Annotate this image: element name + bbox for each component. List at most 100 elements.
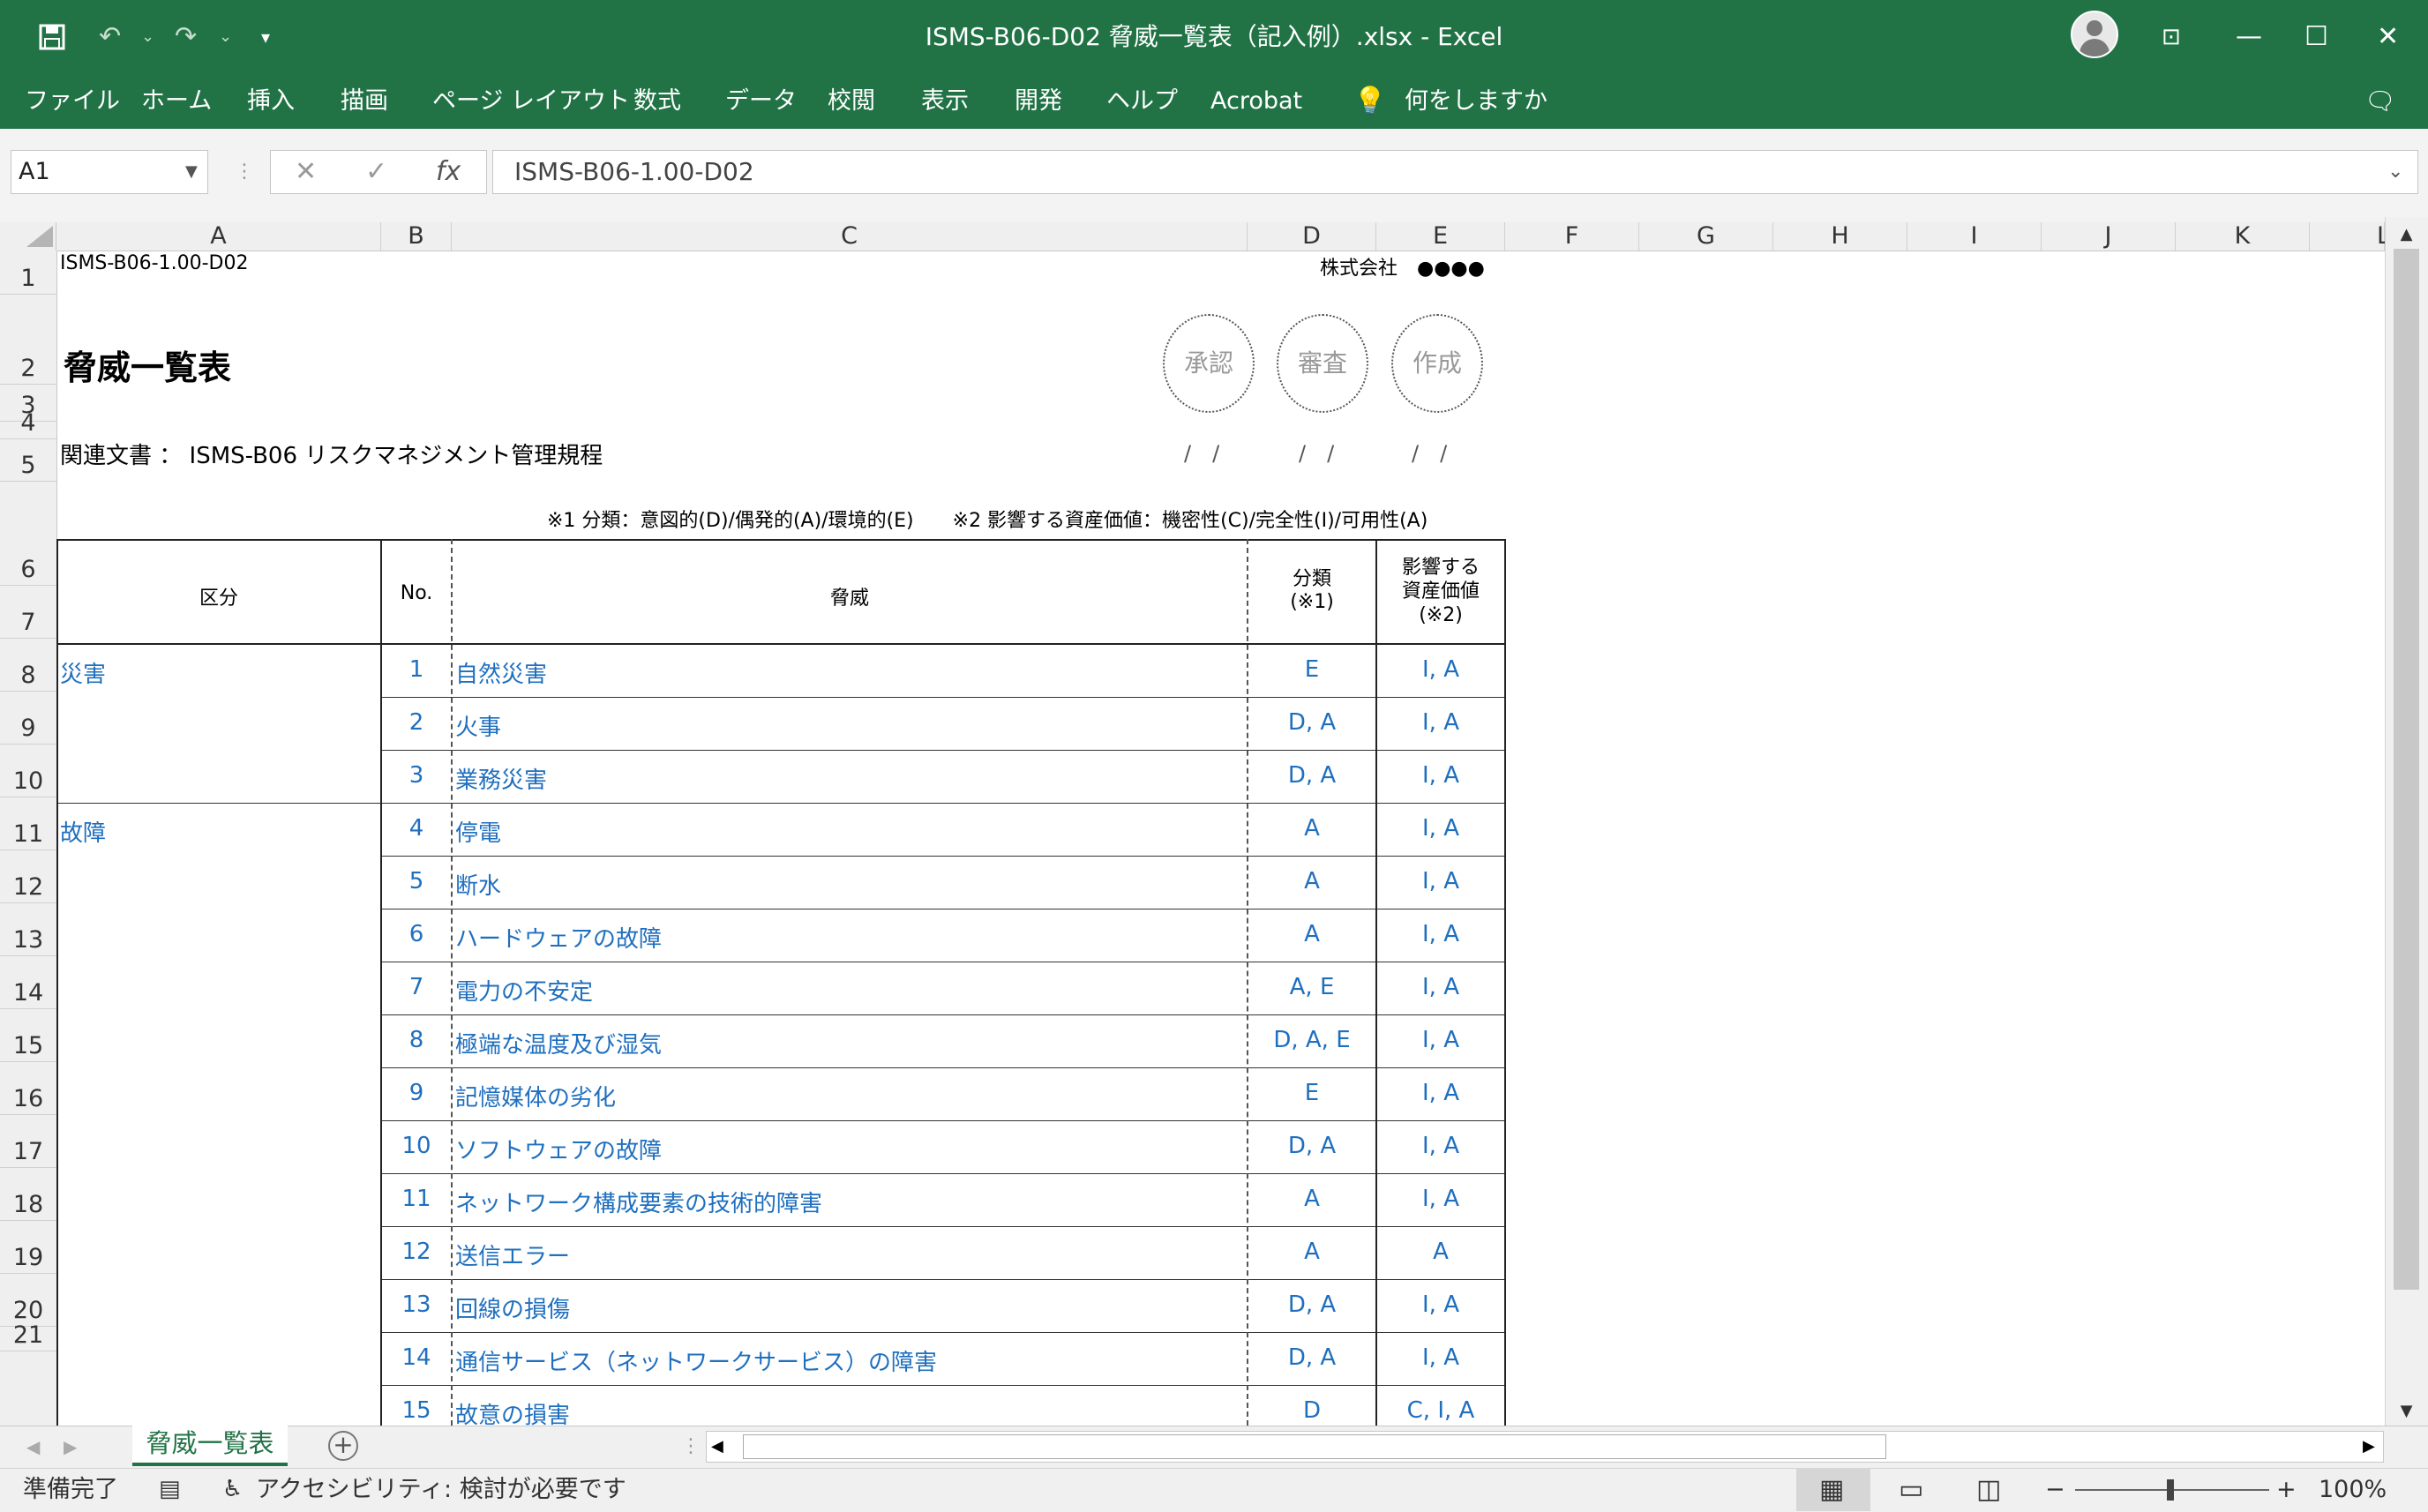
threat-no[interactable]: 9	[381, 1080, 452, 1106]
row-header-21[interactable]: 21	[0, 1321, 56, 1351]
accessibility-icon[interactable]: ♿	[222, 1468, 243, 1511]
row-header-20[interactable]: 20	[0, 1274, 56, 1327]
threat-impact[interactable]: I, A	[1376, 1027, 1505, 1053]
threat-no[interactable]: 4	[381, 815, 452, 842]
lightbulb-icon[interactable]: 💡	[1353, 74, 1386, 129]
threat-impact[interactable]: I, A	[1376, 1133, 1505, 1159]
column-header-c[interactable]: C	[452, 222, 1248, 251]
author-stamp[interactable]: 作成	[1391, 314, 1483, 413]
scroll-left-icon[interactable]: ◀	[711, 1434, 723, 1459]
zoom-in-icon[interactable]: +	[2276, 1468, 2297, 1511]
split-handle-icon[interactable]: ⋮	[681, 1427, 701, 1466]
threat-name[interactable]: 断水	[455, 868, 501, 901]
column-header-k[interactable]: K	[2176, 222, 2310, 251]
header-threat[interactable]: 脅威	[452, 582, 1248, 610]
normal-view-icon[interactable]: ▦	[1819, 1468, 1844, 1511]
threat-name[interactable]: 極端な温度及び湿気	[455, 1027, 662, 1059]
threat-impact[interactable]: I, A	[1376, 1291, 1505, 1318]
threat-name[interactable]: ハードウェアの故障	[455, 921, 662, 954]
zoom-slider-thumb[interactable]	[2167, 1479, 2174, 1501]
row-header-15[interactable]: 15	[0, 1009, 56, 1062]
name-box[interactable]: A1	[11, 150, 208, 194]
row-header-4[interactable]: 4	[0, 409, 56, 439]
threat-class[interactable]: D, A	[1248, 762, 1376, 789]
threat-name[interactable]: 自然災害	[455, 656, 547, 689]
tab-page-layout[interactable]: ページ レイアウト	[432, 74, 630, 129]
zoom-level[interactable]: 100%	[2319, 1468, 2387, 1511]
comments-icon[interactable]: 🗨	[2364, 74, 2396, 129]
enter-icon[interactable]: ✓	[365, 150, 387, 194]
row-header-16[interactable]: 16	[0, 1062, 56, 1115]
threat-no[interactable]: 6	[381, 921, 452, 947]
undo-dropdown-icon[interactable]: ⌄	[141, 0, 154, 74]
review-stamp[interactable]: 審査	[1277, 314, 1368, 413]
column-header-b[interactable]: B	[381, 222, 452, 251]
threat-no[interactable]: 8	[381, 1027, 452, 1053]
threat-no[interactable]: 12	[381, 1239, 452, 1265]
approval-date[interactable]: / /	[1184, 436, 1219, 467]
column-header-l[interactable]: L	[2310, 222, 2390, 251]
threat-name[interactable]: 停電	[455, 815, 501, 848]
threat-class[interactable]: D, A	[1248, 709, 1376, 736]
tab-review[interactable]: 校閲	[828, 74, 875, 129]
threat-impact[interactable]: I, A	[1376, 709, 1505, 736]
row-header-8[interactable]: 8	[0, 639, 56, 692]
sheet-title[interactable]: 脅威一覧表	[64, 341, 231, 389]
column-header-h[interactable]: H	[1773, 222, 1907, 251]
threat-name[interactable]: 記憶媒体の劣化	[455, 1080, 616, 1112]
row-header-14[interactable]: 14	[0, 956, 56, 1009]
column-header-i[interactable]: I	[1907, 222, 2042, 251]
column-header-a[interactable]: A	[56, 222, 381, 251]
threat-impact[interactable]: I, A	[1376, 656, 1505, 683]
tab-home[interactable]: ホーム	[141, 74, 212, 129]
threat-class[interactable]: E	[1248, 656, 1376, 683]
threat-class[interactable]: A	[1248, 815, 1376, 842]
review-date[interactable]: / /	[1299, 436, 1334, 467]
maximize-icon[interactable]: ☐	[2304, 0, 2328, 74]
threat-class[interactable]: A	[1248, 868, 1376, 894]
zoom-out-icon[interactable]: −	[2045, 1468, 2065, 1511]
threat-class[interactable]: A	[1248, 1239, 1376, 1265]
threat-impact[interactable]: I, A	[1376, 1344, 1505, 1371]
accessibility-status[interactable]: アクセシビリティ: 検討が必要です	[256, 1468, 626, 1511]
threat-no[interactable]: 11	[381, 1186, 452, 1212]
column-header-f[interactable]: F	[1505, 222, 1639, 251]
tab-data[interactable]: データ	[725, 74, 797, 129]
threat-no[interactable]: 7	[381, 974, 452, 1000]
threat-class[interactable]: D	[1248, 1397, 1376, 1424]
row-header-6[interactable]: 6	[0, 482, 56, 586]
save-icon[interactable]	[39, 0, 65, 79]
select-all-button[interactable]	[0, 222, 56, 251]
row-header-17[interactable]: 17	[0, 1115, 56, 1168]
tab-draw[interactable]: 描画	[341, 74, 388, 129]
threat-no[interactable]: 5	[381, 868, 452, 894]
column-header-d[interactable]: D	[1248, 222, 1376, 251]
prev-sheet-icon[interactable]: ◀	[26, 1427, 40, 1466]
threat-class[interactable]: D, A	[1248, 1291, 1376, 1318]
row-header-11[interactable]: 11	[0, 797, 56, 850]
sheet-tab-threat-list[interactable]: 脅威一覧表	[132, 1424, 288, 1466]
threat-impact[interactable]: I, A	[1376, 1080, 1505, 1106]
tab-file[interactable]: ファイル	[25, 74, 120, 129]
category-label[interactable]: 災害	[60, 656, 106, 689]
category-label[interactable]: 故障	[60, 815, 106, 848]
row-header-12[interactable]: 12	[0, 850, 56, 903]
threat-impact[interactable]: I, A	[1376, 974, 1505, 1000]
threat-impact[interactable]: I, A	[1376, 921, 1505, 947]
threat-class[interactable]: D, A	[1248, 1344, 1376, 1371]
threat-impact[interactable]: I, A	[1376, 762, 1505, 789]
threat-no[interactable]: 13	[381, 1291, 452, 1318]
tab-formulas[interactable]: 数式	[633, 74, 681, 129]
threat-name[interactable]: ネットワーク構成要素の技術的障害	[455, 1186, 822, 1218]
add-sheet-icon[interactable]: +	[328, 1431, 358, 1461]
ribbon-display-icon[interactable]: ⊡	[2162, 0, 2181, 74]
insert-function-icon[interactable]: fx	[436, 150, 461, 194]
vertical-scroll-thumb[interactable]	[2394, 249, 2419, 1290]
tab-view[interactable]: 表示	[921, 74, 969, 129]
threat-impact[interactable]: A	[1376, 1239, 1505, 1265]
redo-icon[interactable]: ↷	[175, 0, 197, 74]
row-header-13[interactable]: 13	[0, 903, 56, 956]
author-date[interactable]: / /	[1412, 436, 1447, 467]
row-header-7[interactable]: 7	[0, 586, 56, 639]
threat-name[interactable]: 通信サービス（ネットワークサービス）の障害	[455, 1344, 937, 1377]
